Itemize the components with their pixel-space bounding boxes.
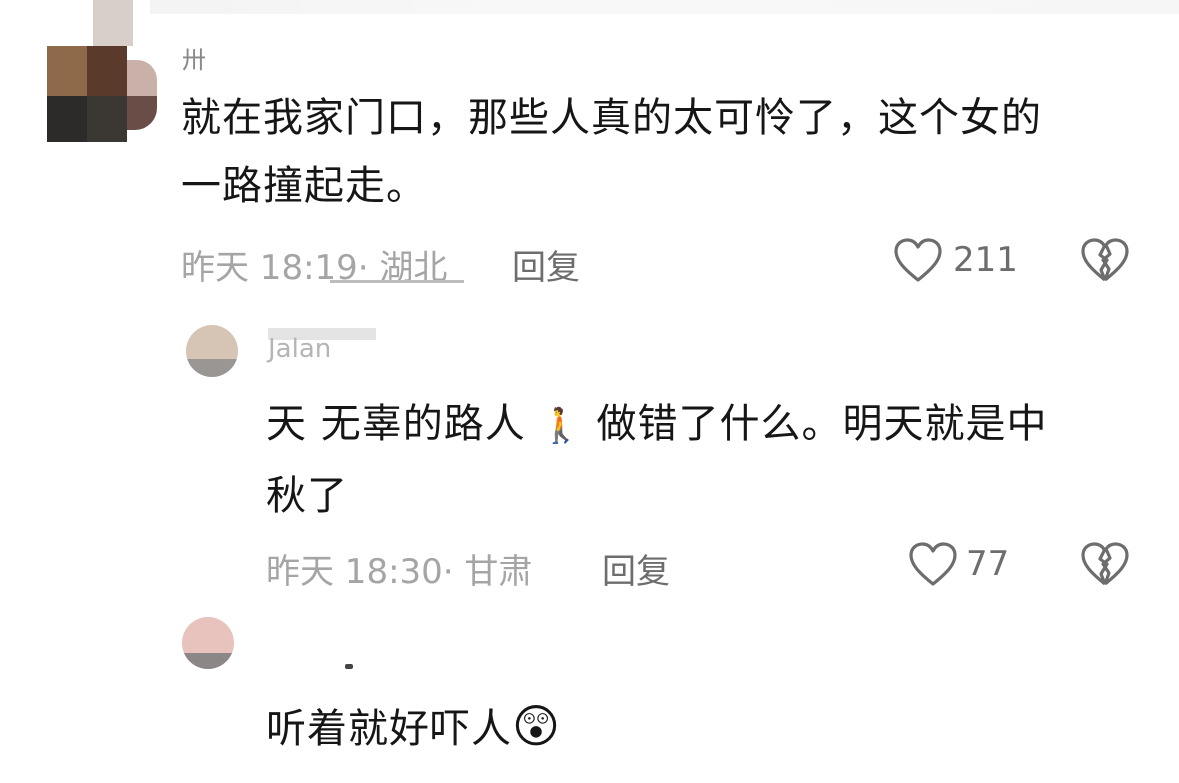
heart-outline-icon[interactable] [908,542,958,588]
reply-button[interactable]: 回复 [512,240,580,289]
broken-heart-icon[interactable] [1081,542,1129,588]
avatar[interactable] [186,325,238,377]
comment-text-part: 听着就好吓人 [266,706,512,752]
comment-text: 一路撞起走。 [181,163,427,209]
avatar[interactable] [47,0,157,142]
like-count: 77 [966,544,1010,584]
astonished-face-emoji: 😲 [512,699,561,753]
broken-heart-icon[interactable] [1081,238,1129,284]
comment-text: 秋了 [266,473,348,519]
username[interactable]: 卅 [182,40,206,75]
underline [330,280,464,283]
comment-text: 天 无辜的路人 🚶 做错了什么。明天就是中 [266,390,1048,460]
avatar[interactable] [182,617,234,669]
cutoff-edge [0,765,1179,783]
timestamp: 昨天 18:30 [266,552,443,592]
like-count: 211 [953,240,1018,280]
comment-text: 听着就好吓人😲 [266,692,561,763]
walking-person-emoji: 🚶 [539,406,583,446]
location: · 甘肃 [442,552,533,592]
top-edge [150,0,1179,14]
comment-text: 就在我家门口，那些人真的太可怜了，这个女的 [181,95,1042,141]
comment-text-part: 做错了什么。明天就是中 [596,401,1048,447]
username[interactable]: Jalan [268,334,331,364]
comment-meta: 昨天 18:30· 甘肃 [266,544,532,593]
username-dot [345,664,353,669]
heart-outline-icon[interactable] [893,238,943,284]
comment-text-part: 天 无辜的路人 [266,401,526,447]
reply-button[interactable]: 回复 [602,544,670,593]
